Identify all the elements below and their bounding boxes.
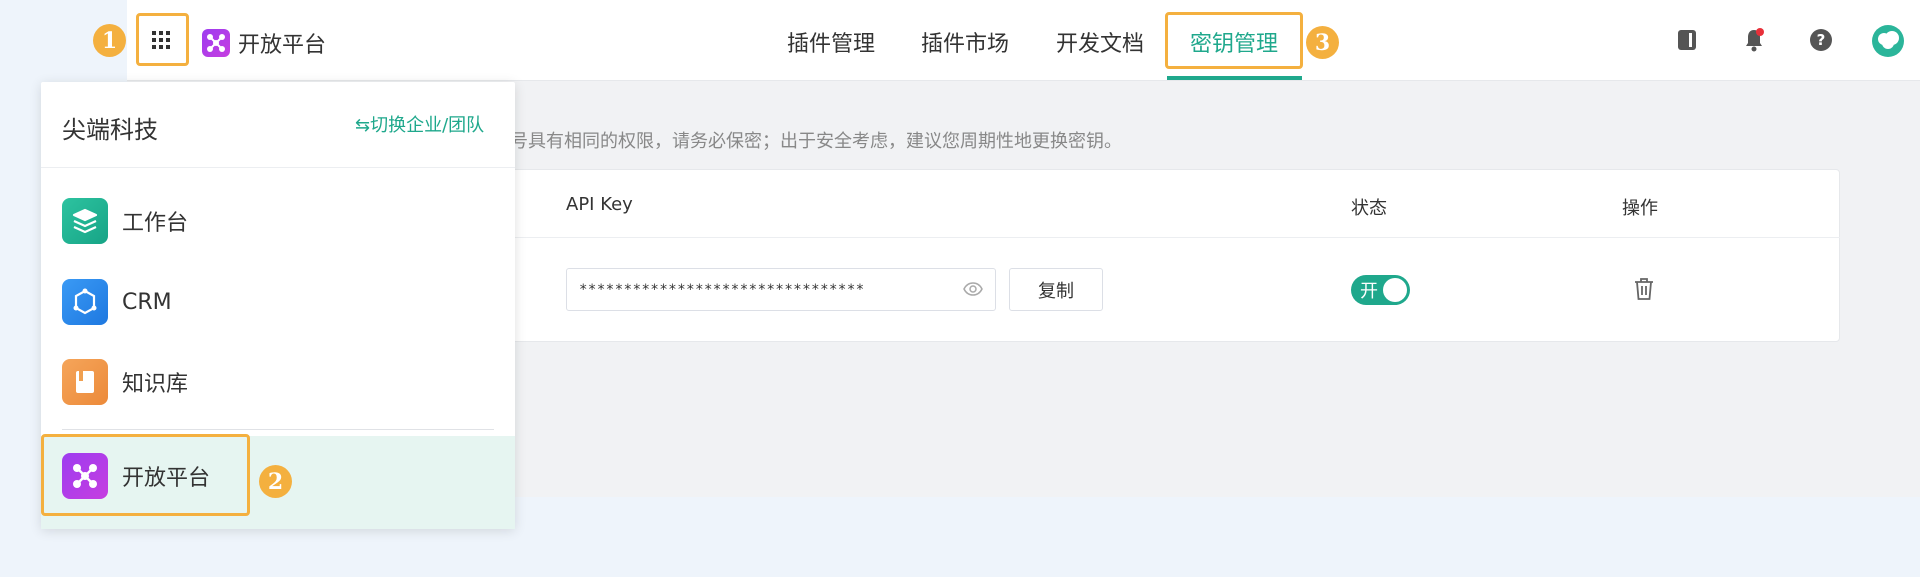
annotation-2: 2 bbox=[259, 465, 292, 498]
toggle-knob bbox=[1383, 278, 1407, 302]
svg-text:?: ? bbox=[1817, 31, 1826, 49]
avatar[interactable] bbox=[1871, 24, 1905, 58]
annotation-3: 3 bbox=[1306, 26, 1339, 59]
switch-org-link[interactable]: ⇆切换企业/团队 bbox=[355, 111, 484, 137]
app-item-crm[interactable]: CRM bbox=[62, 279, 172, 325]
active-tab-indicator bbox=[1167, 76, 1302, 80]
copy-button[interactable]: 复制 bbox=[1009, 268, 1103, 311]
molecule-icon bbox=[202, 29, 230, 57]
security-notice: 号具有相同的权限，请务必保密；出于安全考虑，建议您周期性地更换密钥。 bbox=[510, 131, 1122, 152]
annotation-1: 1 bbox=[93, 24, 126, 57]
column-header-status: 状态 bbox=[1351, 198, 1387, 219]
status-toggle[interactable]: 开 bbox=[1351, 275, 1410, 305]
app-item-knowledge-base[interactable]: 知识库 bbox=[62, 359, 188, 405]
tab-dev-docs[interactable]: 开发文档 bbox=[1056, 26, 1144, 58]
app-label: CRM bbox=[122, 289, 172, 315]
column-header-actions: 操作 bbox=[1622, 198, 1658, 219]
eye-icon[interactable] bbox=[963, 281, 983, 301]
panel-divider-2 bbox=[62, 429, 494, 430]
tab-plugin-management[interactable]: 插件管理 bbox=[787, 26, 875, 58]
column-header-api-key: API Key bbox=[566, 194, 633, 215]
brand[interactable]: 开放平台 bbox=[202, 27, 326, 59]
org-name: 尖端科技 bbox=[62, 116, 158, 144]
highlight-open-platform bbox=[41, 434, 250, 516]
layers-icon bbox=[62, 198, 108, 244]
panel-divider bbox=[41, 167, 515, 168]
api-key-masked-value: ******************************** bbox=[579, 281, 865, 298]
api-key-field[interactable]: ******************************** bbox=[566, 268, 996, 311]
hexagon-icon bbox=[62, 279, 108, 325]
trash-icon[interactable] bbox=[1633, 276, 1655, 306]
book-icon bbox=[62, 359, 108, 405]
notebook-icon[interactable] bbox=[1673, 26, 1701, 54]
app-item-workbench[interactable]: 工作台 bbox=[62, 198, 188, 244]
highlight-launcher bbox=[136, 13, 189, 66]
toggle-label: 开 bbox=[1360, 281, 1378, 302]
top-navigation-bar bbox=[127, 0, 1920, 81]
brand-name: 开放平台 bbox=[238, 33, 327, 58]
app-label: 工作台 bbox=[122, 211, 189, 236]
tab-plugin-market[interactable]: 插件市场 bbox=[921, 26, 1009, 58]
help-icon[interactable]: ? bbox=[1807, 26, 1835, 54]
table-header-divider bbox=[420, 237, 1840, 238]
bell-icon[interactable] bbox=[1740, 26, 1768, 54]
highlight-key-tab bbox=[1165, 12, 1303, 69]
app-label: 知识库 bbox=[122, 372, 189, 397]
